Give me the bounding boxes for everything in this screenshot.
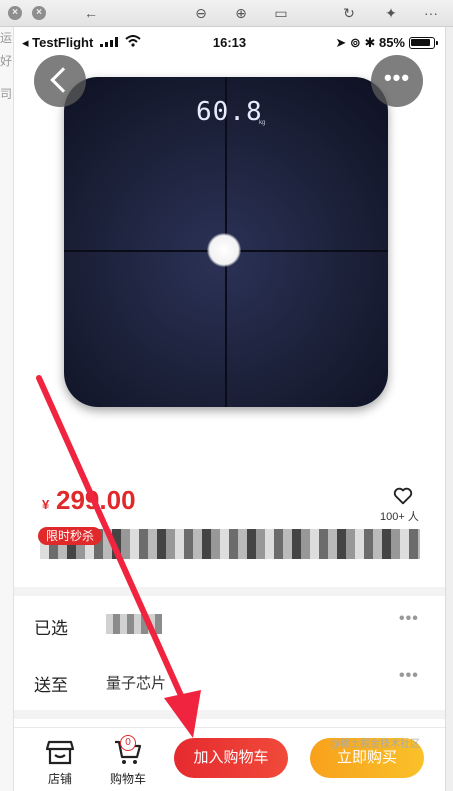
zoom-in-icon[interactable]: ⊕ <box>230 4 252 22</box>
location-icon: ➤ <box>335 35 347 50</box>
selected-label: 已选 <box>34 619 68 638</box>
edge-char: 司 <box>0 87 13 101</box>
price-value: 299.00 <box>56 485 136 515</box>
lock-rotation-icon: ⊚ <box>349 35 361 50</box>
store-icon <box>46 740 74 765</box>
section-divider <box>14 587 445 596</box>
more-dots-icon: ••• <box>399 610 419 627</box>
price-currency: ¥ <box>42 497 50 512</box>
background-window-edge: 运 好 司 <box>0 27 14 791</box>
rotate-icon[interactable]: ↻ <box>338 4 360 22</box>
heart-icon[interactable] <box>392 485 414 507</box>
status-right: ➤ ⊚ ✱ 85% <box>335 35 405 51</box>
favorite-count: 100+ 人 <box>380 511 419 523</box>
edge-char: 好 <box>0 54 13 68</box>
cart-label: 购物车 <box>109 772 146 786</box>
selected-option-row[interactable]: 已选 ••• <box>14 596 445 652</box>
back-arrow-icon[interactable]: ← <box>80 4 102 22</box>
simulator-toolbar: × × ← ⊖ ⊕ ▭ ↻ ✦ ··· <box>0 0 453 27</box>
cart-count-badge: 0 <box>120 735 136 751</box>
chevron-left-icon <box>50 67 76 93</box>
scale-readout: 60.8 <box>196 97 263 127</box>
more-dots-icon: ••• <box>383 65 411 90</box>
store-tab[interactable]: 店铺 <box>32 734 88 786</box>
delivery-address: 量子芯片 <box>106 675 167 692</box>
bluetooth-icon: ✱ <box>364 35 376 50</box>
window-minimize-button[interactable]: × <box>32 6 46 20</box>
scale-unit: kg <box>259 120 266 126</box>
back-button[interactable] <box>34 55 86 107</box>
magic-wand-icon[interactable]: ✦ <box>380 4 402 22</box>
watermark: @稀土掘金技术社区 <box>330 739 421 750</box>
store-label: 店铺 <box>47 772 72 786</box>
selected-value-pixelated <box>106 614 162 634</box>
battery-icon <box>409 37 438 49</box>
scale-logo <box>207 233 241 267</box>
fit-window-icon[interactable]: ▭ <box>270 4 292 22</box>
section-divider <box>14 710 445 719</box>
zoom-out-icon[interactable]: ⊖ <box>190 4 212 22</box>
smart-scale-image: 60.8 kg <box>64 77 388 407</box>
phone-screen: ◂ TestFlight 16:13 ➤ ⊚ ✱ 85% 60.8 kg •••… <box>14 27 445 791</box>
delivery-label: 送至 <box>34 676 68 695</box>
more-dots-icon: ••• <box>399 667 419 684</box>
status-bar: ◂ TestFlight 16:13 ➤ ⊚ ✱ 85% <box>14 27 445 57</box>
more-button[interactable]: ••• <box>371 55 423 107</box>
window-scrollbar[interactable] <box>445 27 453 791</box>
more-options-icon[interactable]: ··· <box>418 4 444 22</box>
edge-char: 运 <box>0 31 13 45</box>
battery-percentage: 85% <box>378 35 405 50</box>
add-to-cart-button[interactable]: 加入购物车 <box>174 738 288 778</box>
delivery-row[interactable]: 送至 量子芯片 ••• <box>14 653 445 709</box>
flash-sale-badge: 限时秒杀 <box>38 527 103 545</box>
product-image[interactable]: 60.8 kg <box>14 57 445 485</box>
window-close-button[interactable]: × <box>8 6 22 20</box>
